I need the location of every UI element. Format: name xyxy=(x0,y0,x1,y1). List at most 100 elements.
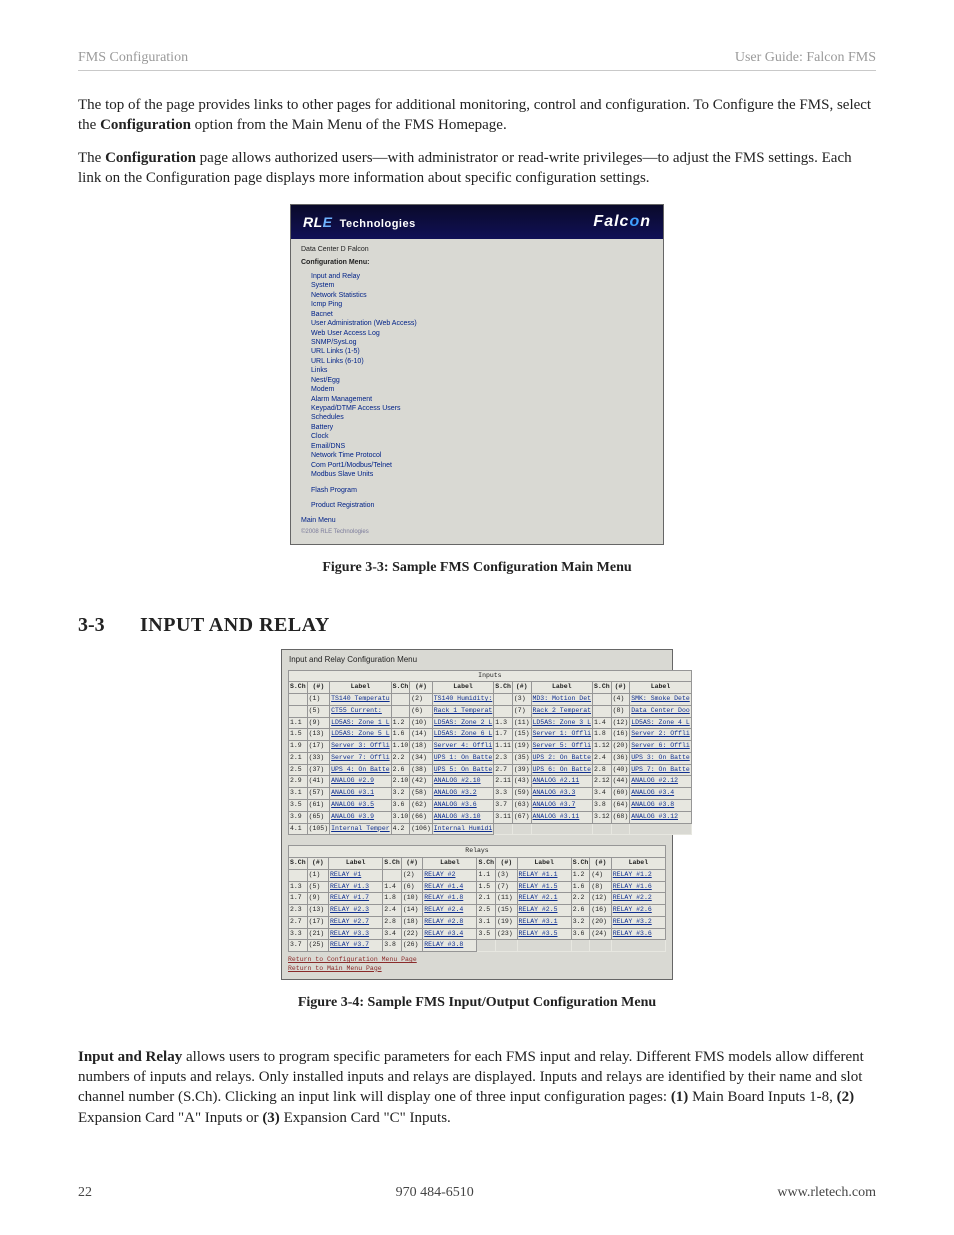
link-flash-program[interactable]: Flash Program xyxy=(311,487,357,494)
link-item[interactable]: RELAY #3.7 xyxy=(330,941,369,948)
config-menu-item[interactable]: Alarm Management xyxy=(311,396,372,403)
link-item[interactable]: UPS 4: On Batte xyxy=(331,766,390,773)
link-item[interactable]: Internal Temper xyxy=(331,825,390,832)
link-item[interactable]: RELAY #1.2 xyxy=(613,871,652,878)
link-item[interactable]: UPS 7: On Batte xyxy=(631,766,690,773)
link-item[interactable]: RELAY #2.3 xyxy=(330,906,369,913)
link-item[interactable]: RELAY #1 xyxy=(330,871,361,878)
link-item[interactable]: RELAY #1.1 xyxy=(519,871,558,878)
config-menu-item[interactable]: Email/DNS xyxy=(311,443,345,450)
config-menu-item[interactable]: Icmp Ping xyxy=(311,301,342,308)
config-menu-item[interactable]: Clock xyxy=(311,433,329,440)
link-item[interactable]: LD5AS: Zone 3 L xyxy=(533,719,592,726)
link-item[interactable]: ANALOG #2.11 xyxy=(533,777,580,784)
link-item[interactable]: RELAY #2.6 xyxy=(613,906,652,913)
link-item[interactable]: RELAY #2.7 xyxy=(330,918,369,925)
link-item[interactable]: RELAY #2.8 xyxy=(424,918,463,925)
link-item[interactable]: ANALOG #3.10 xyxy=(434,813,481,820)
link-item[interactable]: RELAY #2.2 xyxy=(613,894,652,901)
link-item[interactable]: RELAY #1.6 xyxy=(613,883,652,890)
link-item[interactable]: ANALOG #3.11 xyxy=(533,813,580,820)
link-item[interactable]: RELAY #2 xyxy=(424,871,455,878)
link-return-config[interactable]: Return to Configuration Menu Page xyxy=(288,956,417,963)
link-item[interactable]: RELAY #2.1 xyxy=(519,894,558,901)
link-item[interactable]: Server 1: Offli xyxy=(533,730,592,737)
link-item[interactable]: TS140 Humidity: xyxy=(434,695,493,702)
link-item[interactable]: Data Center Doo xyxy=(631,707,690,714)
link-item[interactable]: SMK: Smoke Dete xyxy=(631,695,690,702)
link-item[interactable]: Server 4: Offli xyxy=(434,742,493,749)
link-item[interactable]: Server 7: Offli xyxy=(331,754,390,761)
link-item[interactable]: LD5AS: Zone 6 L xyxy=(434,730,493,737)
config-menu-item[interactable]: Nest/Egg xyxy=(311,377,340,384)
config-menu-item[interactable]: Input and Relay xyxy=(311,273,360,280)
link-item[interactable]: UPS 6: On Batte xyxy=(533,766,592,773)
link-item[interactable]: RELAY #1.7 xyxy=(330,894,369,901)
link-item[interactable]: RELAY #3.2 xyxy=(613,918,652,925)
link-item[interactable]: ANALOG #3.2 xyxy=(434,789,477,796)
config-menu-item[interactable]: URL Links (6-10) xyxy=(311,358,364,365)
config-menu-item[interactable]: Keypad/DTMF Access Users xyxy=(311,405,400,412)
config-menu-item[interactable]: URL Links (1-5) xyxy=(311,348,360,355)
link-item[interactable]: LD5AS: Zone 4 L xyxy=(631,719,690,726)
link-item[interactable]: ANALOG #3.1 xyxy=(331,789,374,796)
link-item[interactable]: MD3: Motion Det xyxy=(533,695,592,702)
link-item[interactable]: RELAY #1.5 xyxy=(519,883,558,890)
link-return-main[interactable]: Return to Main Menu Page xyxy=(288,965,382,972)
link-item[interactable]: RELAY #3.6 xyxy=(613,930,652,937)
link-item[interactable]: LD5AS: Zone 1 L xyxy=(331,719,390,726)
link-item[interactable]: RELAY #1.3 xyxy=(330,883,369,890)
link-item[interactable]: RELAY #2.5 xyxy=(519,906,558,913)
link-item[interactable]: CT55 Current: xyxy=(331,707,382,714)
link-item[interactable]: RELAY #3.8 xyxy=(424,941,463,948)
link-item[interactable]: UPS 5: On Batte xyxy=(434,766,493,773)
config-menu-item[interactable]: User Administration (Web Access) xyxy=(311,320,417,327)
config-menu-item[interactable]: Web User Access Log xyxy=(311,330,380,337)
link-item[interactable]: RELAY #3.1 xyxy=(519,918,558,925)
link-item[interactable]: Server 5: Offli xyxy=(533,742,592,749)
link-item[interactable]: LD5AS: Zone 5 L xyxy=(331,730,390,737)
link-item[interactable]: TS140 Temperatu xyxy=(331,695,390,702)
config-menu-item[interactable]: Bacnet xyxy=(311,311,333,318)
config-menu-item[interactable]: SNMP/SysLog xyxy=(311,339,357,346)
link-item[interactable]: RELAY #3.4 xyxy=(424,930,463,937)
link-item[interactable]: RELAY #3.5 xyxy=(519,930,558,937)
link-item[interactable]: LD5AS: Zone 2 L xyxy=(434,719,493,726)
link-item[interactable]: ANALOG #2.12 xyxy=(631,777,678,784)
config-menu-item[interactable]: Links xyxy=(311,367,327,374)
link-item[interactable]: ANALOG #3.4 xyxy=(631,789,674,796)
link-item[interactable]: Internal Humidi xyxy=(434,825,493,832)
link-item[interactable]: RELAY #1.8 xyxy=(424,894,463,901)
link-item[interactable]: ANALOG #3.12 xyxy=(631,813,678,820)
link-item[interactable]: ANALOG #3.6 xyxy=(434,801,477,808)
link-item[interactable]: ANALOG #3.8 xyxy=(631,801,674,808)
link-product-registration[interactable]: Product Registration xyxy=(311,502,374,509)
config-menu-item[interactable]: System xyxy=(311,282,334,289)
link-item[interactable]: ANALOG #2.10 xyxy=(434,777,481,784)
link-item[interactable]: RELAY #2.4 xyxy=(424,906,463,913)
link-item[interactable]: Server 2: Offli xyxy=(631,730,690,737)
link-item[interactable]: Server 6: Offli xyxy=(631,742,690,749)
link-main-menu[interactable]: Main Menu xyxy=(301,517,336,524)
config-menu-item[interactable]: Modbus Slave Units xyxy=(311,471,373,478)
link-item[interactable]: ANALOG #3.3 xyxy=(533,789,576,796)
config-menu-item[interactable]: Network Statistics xyxy=(311,292,367,299)
link-item[interactable]: RELAY #1.4 xyxy=(424,883,463,890)
cell-sch: 1.4 xyxy=(383,881,402,893)
link-item[interactable]: Rack 1 Temperat xyxy=(434,707,493,714)
config-menu-item[interactable]: Network Time Protocol xyxy=(311,452,381,459)
link-item[interactable]: ANALOG #3.7 xyxy=(533,801,576,808)
link-item[interactable]: Rack 2 Temperat xyxy=(533,707,592,714)
link-item[interactable]: UPS 2: On Batte xyxy=(533,754,592,761)
link-item[interactable]: ANALOG #3.9 xyxy=(331,813,374,820)
link-item[interactable]: ANALOG #2.9 xyxy=(331,777,374,784)
config-menu-item[interactable]: Modem xyxy=(311,386,334,393)
config-menu-item[interactable]: Battery xyxy=(311,424,333,431)
link-item[interactable]: UPS 3: On Batte xyxy=(631,754,690,761)
config-menu-item[interactable]: Com Port1/Modbus/Telnet xyxy=(311,462,392,469)
config-menu-item[interactable]: Schedules xyxy=(311,414,344,421)
link-item[interactable]: Server 3: Offli xyxy=(331,742,390,749)
link-item[interactable]: RELAY #3.3 xyxy=(330,930,369,937)
link-item[interactable]: UPS 1: On Batte xyxy=(434,754,493,761)
link-item[interactable]: ANALOG #3.5 xyxy=(331,801,374,808)
